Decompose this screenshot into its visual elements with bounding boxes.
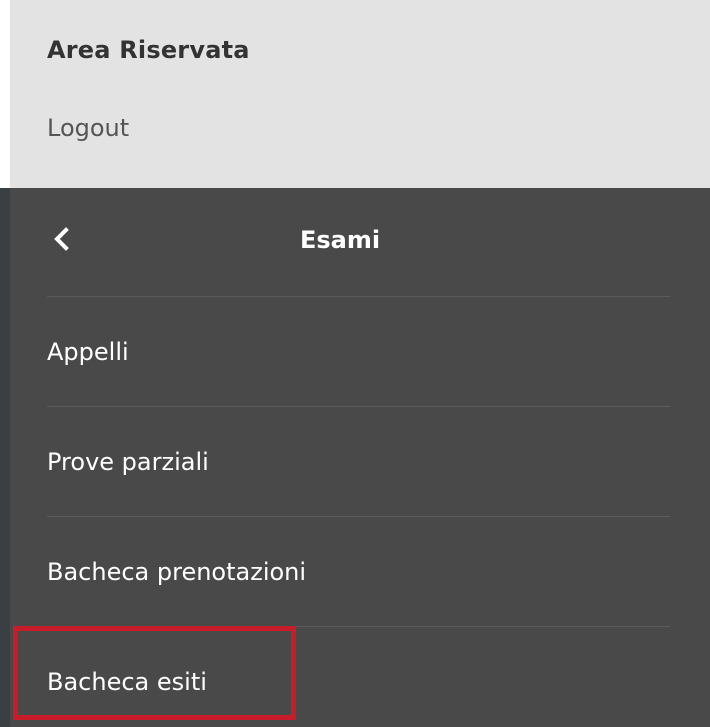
divider <box>47 406 670 407</box>
header-title: Area Riservata <box>47 36 250 64</box>
exams-menu: Esami Appelli Prove parziali Bacheca pre… <box>10 188 710 727</box>
menu-item-bacheca-esiti[interactable]: Bacheca esiti <box>10 628 710 727</box>
menu-item-label: Bacheca prenotazioni <box>47 558 307 586</box>
divider <box>47 516 670 517</box>
screenshot-frame: Area Riservata Logout Esami Appelli Prov… <box>0 0 710 727</box>
back-button[interactable] <box>36 214 86 264</box>
logout-link[interactable]: Logout <box>47 114 129 142</box>
menu-item-appelli[interactable]: Appelli <box>10 298 710 408</box>
chevron-left-icon <box>54 227 69 251</box>
left-edge-dark <box>0 188 10 727</box>
menu-item-prove-parziali[interactable]: Prove parziali <box>10 408 710 518</box>
menu-item-label: Bacheca esiti <box>47 668 207 696</box>
reserved-area-header: Area Riservata Logout <box>10 0 710 188</box>
divider <box>47 296 670 297</box>
menu-item-label: Appelli <box>47 338 129 366</box>
divider <box>47 626 670 627</box>
menu-header: Esami <box>10 188 710 298</box>
menu-item-label: Prove parziali <box>47 448 209 476</box>
side-panel: Area Riservata Logout Esami Appelli Prov… <box>10 0 710 727</box>
menu-item-bacheca-prenotazioni[interactable]: Bacheca prenotazioni <box>10 518 710 628</box>
menu-title: Esami <box>300 226 381 254</box>
